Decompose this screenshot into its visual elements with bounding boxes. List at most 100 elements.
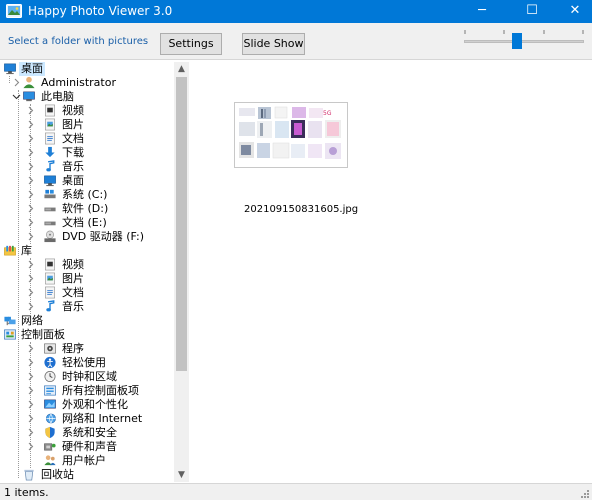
tree-item[interactable]: 系统 (C:) [0, 188, 174, 202]
zoom-slider-track[interactable] [464, 40, 584, 43]
tree-item-label: 视频 [62, 258, 84, 271]
chevron-right-icon[interactable] [26, 288, 35, 297]
scroll-up-arrow-icon[interactable]: ▲ [174, 62, 189, 76]
hardware-sound-icon [44, 443, 56, 451]
tree-item[interactable]: 系统和安全 [0, 426, 174, 440]
chevron-right-icon[interactable] [26, 134, 35, 143]
tree-item[interactable]: 文档 [0, 286, 174, 300]
tree-item-label: 桌面 [62, 174, 84, 187]
minimize-button[interactable]: ─ [460, 0, 504, 23]
tree-item[interactable]: 软件 (D:) [0, 202, 174, 216]
tree-item[interactable]: 所有控制面板项 [0, 384, 174, 398]
tree-item[interactable]: 网络和 Internet [0, 412, 174, 426]
tree-item-label: 系统 (C:) [62, 188, 108, 201]
tree-item[interactable]: 文档 (E:) [0, 216, 174, 230]
chevron-right-icon[interactable] [12, 78, 21, 87]
tree-item[interactable]: 桌面 [0, 174, 174, 188]
chevron-right-icon[interactable] [26, 400, 35, 409]
chevron-right-icon[interactable] [26, 120, 35, 129]
tree-item[interactable]: Administrator [0, 76, 174, 90]
chevron-right-icon[interactable] [26, 260, 35, 269]
chevron-right-icon[interactable] [26, 218, 35, 227]
tree-item-label: 程序 [62, 342, 84, 355]
tree-item[interactable]: 音乐 [0, 300, 174, 314]
chevron-right-icon[interactable] [26, 106, 35, 115]
tree-item[interactable]: 视频 [0, 258, 174, 272]
tree-item[interactable]: 桌面 [0, 62, 174, 76]
photo-thumbnail[interactable]: 5G [234, 102, 348, 168]
settings-button[interactable]: Settings [160, 33, 222, 55]
maximize-button[interactable]: ☐ [510, 0, 554, 23]
chevron-right-icon[interactable] [26, 148, 35, 157]
tree-item-label: 文档 [62, 132, 84, 145]
svg-text:5G: 5G [323, 110, 332, 117]
tree-item[interactable]: 库 [0, 244, 174, 258]
drive-icon [44, 207, 56, 212]
tree-item[interactable]: 网络 [0, 314, 174, 328]
chevron-right-icon[interactable] [26, 428, 35, 437]
tree-item[interactable]: 回收站 [0, 468, 174, 482]
documents-folder-icon [45, 286, 55, 299]
tree-item[interactable]: DVD 驱动器 (F:) [0, 230, 174, 244]
tree-item-label: 文档 (E:) [62, 216, 107, 229]
thumbnail-pane[interactable]: 5G 202109150831605.jpg [190, 62, 592, 482]
status-bar: 1 items. [0, 483, 592, 500]
tree-item[interactable]: 硬件和声音 [0, 440, 174, 454]
photo-preview-image: 5G [237, 105, 345, 165]
tree-item-label: 桌面 [19, 62, 45, 76]
tree-item[interactable]: 轻松使用 [0, 356, 174, 370]
computer-icon [23, 91, 35, 102]
tree-item[interactable]: 控制面板 [0, 328, 174, 342]
status-text: 1 items. [4, 486, 49, 499]
chevron-right-icon[interactable] [26, 176, 35, 185]
slide-show-button[interactable]: Slide Show [242, 33, 305, 55]
tree-item[interactable]: 视频 [0, 104, 174, 118]
app-icon [6, 4, 22, 18]
tree-item[interactable]: 程序 [0, 342, 174, 356]
tree-item-label: 外观和个性化 [62, 398, 128, 411]
tree-item[interactable]: 用户帐户 [0, 454, 174, 468]
chevron-right-icon[interactable] [26, 372, 35, 381]
chevron-right-icon[interactable] [26, 162, 35, 171]
chevron-right-icon[interactable] [26, 302, 35, 311]
chevron-right-icon[interactable] [26, 358, 35, 367]
tree-item-label: 下载 [62, 146, 84, 159]
tree-item[interactable]: 图片 [0, 118, 174, 132]
chevron-right-icon[interactable] [26, 414, 35, 423]
chevron-right-icon[interactable] [26, 442, 35, 451]
tree-item-label: Administrator [41, 76, 116, 89]
chevron-down-icon[interactable] [12, 92, 21, 101]
close-button[interactable]: ✕ [553, 0, 592, 23]
tree-item-label: 所有控制面板项 [62, 384, 139, 397]
tree-item[interactable]: 下载 [0, 146, 174, 160]
chevron-right-icon[interactable] [26, 190, 35, 199]
photo-filename[interactable]: 202109150831605.jpg [244, 204, 358, 215]
tree-item[interactable]: 时钟和区域 [0, 370, 174, 384]
tree-item-label: 网络和 Internet [62, 412, 143, 425]
chevron-right-icon[interactable] [26, 204, 35, 213]
chevron-right-icon[interactable] [26, 386, 35, 395]
tree-item[interactable]: 外观和个性化 [0, 398, 174, 412]
desktop-icon [4, 63, 16, 75]
tree-item-label: 轻松使用 [62, 356, 106, 369]
tree-item[interactable]: 文档 [0, 132, 174, 146]
scrollbar-thumb[interactable] [176, 77, 187, 371]
network-icon [4, 316, 16, 326]
tree-item-label: 图片 [62, 118, 84, 131]
video-folder-icon [45, 104, 55, 117]
zoom-slider-thumb[interactable] [512, 33, 523, 49]
chevron-right-icon[interactable] [26, 344, 35, 353]
user-icon [23, 76, 35, 89]
clock-region-icon [44, 371, 56, 382]
chevron-right-icon[interactable] [26, 232, 35, 241]
title-bar: Happy Photo Viewer 3.0 ─ ☐ ✕ [0, 0, 592, 23]
tree-scrollbar[interactable]: ▲ ▼ [174, 62, 189, 482]
resize-grip-icon[interactable] [579, 488, 589, 498]
tree-item[interactable]: 此电脑 [0, 90, 174, 104]
tree-item-label: DVD 驱动器 (F:) [62, 230, 145, 243]
folder-tree[interactable]: 桌面 Administrator 此电脑 视频 图片 文档 下载 音乐 桌面 系统 (C:) 软件 … [0, 62, 189, 482]
tree-item[interactable]: 图片 [0, 272, 174, 286]
scroll-down-arrow-icon[interactable]: ▼ [174, 468, 189, 482]
tree-item[interactable]: 音乐 [0, 160, 174, 174]
chevron-right-icon[interactable] [26, 274, 35, 283]
